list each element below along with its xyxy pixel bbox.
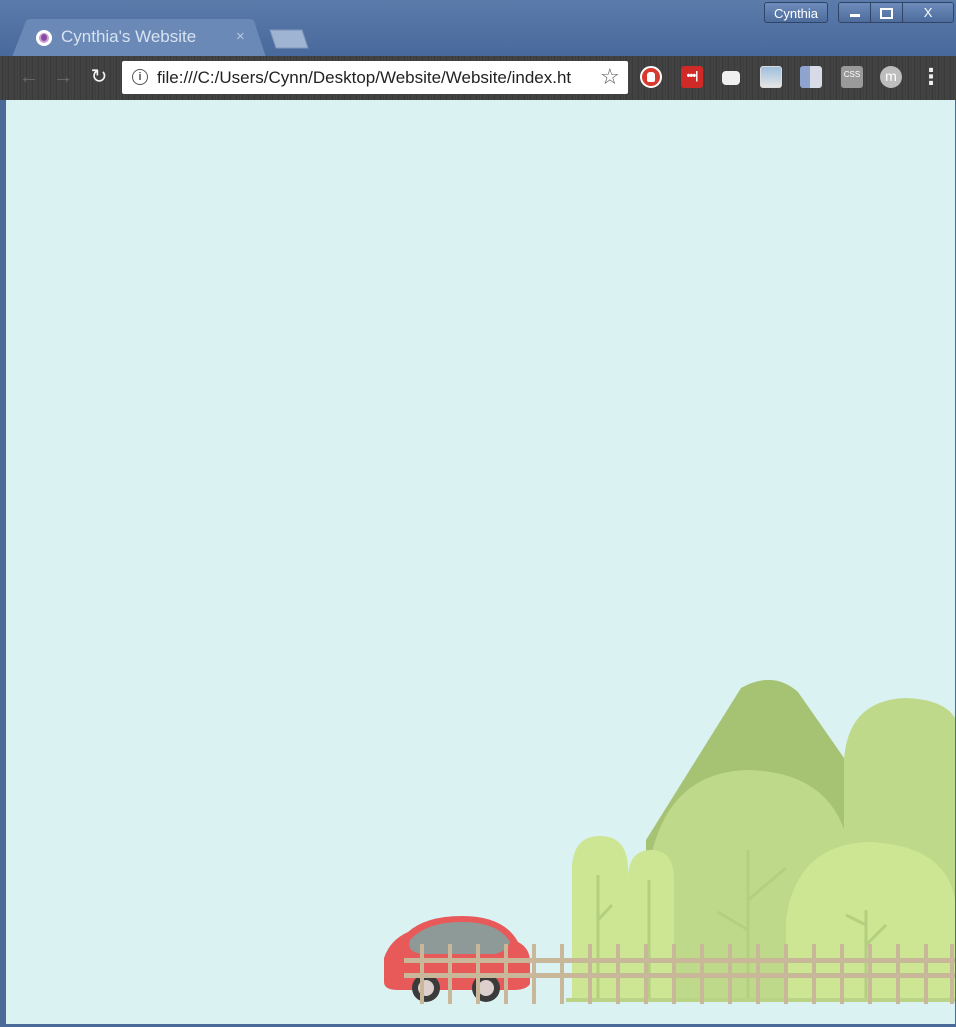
reload-icon[interactable]: ↻ (86, 64, 112, 90)
browser-window: Cynthia's Website × Cynthia X ← → ↻ i fi… (0, 0, 956, 1027)
stop-hand-icon[interactable] (640, 66, 662, 88)
window-controls: X (838, 2, 954, 23)
photo-icon[interactable] (760, 66, 782, 88)
lastpass-icon[interactable]: •••| (681, 66, 703, 88)
profile-button[interactable]: Cynthia (764, 2, 828, 23)
url-text[interactable]: file:///C:/Users/Cynn/Desktop/Website/We… (157, 68, 597, 88)
profile-m-icon[interactable]: m (880, 66, 902, 88)
chat-bubble-icon[interactable] (722, 71, 740, 85)
css-icon[interactable]: CSS (841, 66, 863, 88)
tab-title: Cynthia's Website (61, 27, 197, 46)
minimize-button[interactable] (839, 3, 872, 22)
figure-icon[interactable] (800, 66, 822, 88)
info-icon[interactable]: i (132, 69, 148, 85)
page-viewport (6, 100, 955, 1024)
close-window-button[interactable]: X (903, 3, 953, 22)
forward-arrow-icon[interactable]: → (50, 64, 76, 90)
address-bar[interactable]: i file:///C:/Users/Cynn/Desktop/Website/… (122, 61, 628, 94)
maximize-button[interactable] (871, 3, 904, 22)
landscape-illustration (384, 679, 955, 1004)
avatar-favicon-icon (36, 30, 52, 46)
minimize-icon (849, 14, 860, 18)
maximize-icon (880, 8, 894, 20)
title-bar: Cynthia's Website × Cynthia X (0, 0, 956, 57)
tab-close-icon[interactable]: × (236, 28, 245, 45)
bookmark-star-icon[interactable]: ☆ (600, 64, 620, 90)
menu-kebab-icon[interactable]: ⋮ (920, 64, 942, 90)
new-tab-button[interactable] (266, 28, 310, 50)
back-arrow-icon[interactable]: ← (16, 64, 42, 90)
tab-active[interactable]: Cynthia's Website × (12, 19, 266, 57)
